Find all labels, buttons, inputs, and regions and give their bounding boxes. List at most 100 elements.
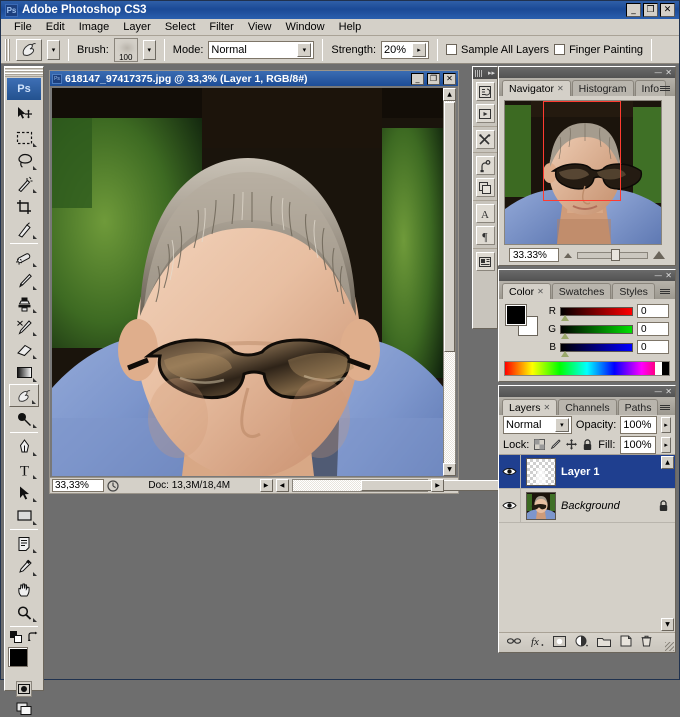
document-close-button[interactable]: ✕ <box>443 72 456 85</box>
notes-tool[interactable] <box>9 532 39 555</box>
navigator-thumbnail[interactable] <box>504 100 662 245</box>
shape-tool[interactable] <box>9 504 39 527</box>
navigator-view-rectangle[interactable] <box>543 101 621 201</box>
swap-colors-icon[interactable] <box>27 631 39 643</box>
layers-panel-header[interactable]: — ✕ <box>499 386 675 397</box>
layer-blend-mode-select[interactable]: Normal ▾ <box>503 416 572 434</box>
navigator-panel-header[interactable]: — ✕ <box>499 67 675 78</box>
minimize-panel-icon[interactable]: — <box>654 271 662 280</box>
navigator-zoom-input[interactable]: 33.33% <box>509 248 559 262</box>
menu-item-file[interactable]: File <box>7 20 39 34</box>
close-panel-icon[interactable]: ✕ <box>665 68 672 77</box>
sample-all-layers-option[interactable]: Sample All Layers <box>446 44 549 56</box>
blend-mode-select[interactable]: Normal ▾ <box>208 40 315 59</box>
canvas-horizontal-scrollbar[interactable] <box>291 479 509 492</box>
opacity-input[interactable]: 100% <box>620 416 657 434</box>
close-panel-icon[interactable]: ✕ <box>665 387 672 396</box>
new-group-icon[interactable] <box>597 636 611 650</box>
lasso-tool[interactable] <box>9 149 39 172</box>
lock-transparent-pixels-icon[interactable] <box>534 439 546 451</box>
green-slider-track[interactable] <box>560 324 633 339</box>
status-flyout-button[interactable]: ▶ <box>259 479 273 492</box>
close-icon[interactable]: ✕ <box>557 84 564 93</box>
fill-input[interactable]: 100% <box>620 435 657 454</box>
minimize-panel-icon[interactable]: — <box>654 387 662 396</box>
red-slider-track[interactable] <box>560 306 633 321</box>
tab-layers[interactable]: Layers ✕ <box>502 399 558 415</box>
eyedropper-tool[interactable] <box>9 555 39 578</box>
gradient-tool[interactable] <box>9 361 39 384</box>
lock-position-icon[interactable] <box>566 439 578 451</box>
green-slider-knob[interactable] <box>561 332 569 339</box>
layer-name[interactable]: Layer 1 <box>561 466 669 478</box>
move-tool[interactable] <box>9 103 39 126</box>
sample-all-layers-checkbox[interactable] <box>446 44 458 55</box>
color-panel-header[interactable]: — ✕ <box>499 270 675 281</box>
menu-item-edit[interactable]: Edit <box>39 20 72 34</box>
close-panel-icon[interactable]: ✕ <box>665 271 672 280</box>
zoom-tool[interactable] <box>9 601 39 624</box>
zoom-slider-knob[interactable] <box>611 249 621 261</box>
clone-stamp-tool[interactable] <box>9 292 39 315</box>
menu-item-layer[interactable]: Layer <box>116 20 158 34</box>
expand-dock-icon[interactable]: ▸▸ <box>488 69 495 77</box>
tab-swatches[interactable]: Swatches <box>551 283 612 299</box>
layers-panel-menu-icon[interactable] <box>660 402 672 413</box>
layers-scroll-up-button[interactable]: ▲ <box>661 456 674 469</box>
green-value-input[interactable]: 0 <box>637 322 669 336</box>
layer-style-icon[interactable]: fx <box>530 635 544 650</box>
minimize-button[interactable]: _ <box>626 3 641 17</box>
menu-item-filter[interactable]: Filter <box>202 20 240 34</box>
red-value-input[interactable]: 0 <box>637 304 669 318</box>
layer-visibility-toggle[interactable] <box>499 455 521 488</box>
healing-brush-tool[interactable] <box>9 246 39 269</box>
character-panel-button[interactable]: A <box>475 204 495 223</box>
lock-all-icon[interactable] <box>582 438 593 451</box>
layer-name[interactable]: Background <box>561 500 653 512</box>
screen-mode-button[interactable] <box>14 701 34 717</box>
tab-navigator[interactable]: Navigator ✕ <box>502 80 571 96</box>
minimize-panel-icon[interactable]: — <box>654 68 662 77</box>
fill-flyout-button[interactable]: ▸ <box>661 436 671 453</box>
scroll-left-button[interactable]: ◀ <box>275 479 289 492</box>
magic-wand-tool[interactable] <box>9 172 39 195</box>
table-row[interactable]: Layer 1 <box>499 455 675 489</box>
canvas-vertical-scrollbar[interactable]: ▲ ▼ <box>443 88 456 476</box>
history-brush-tool[interactable] <box>9 315 39 338</box>
pen-tool[interactable] <box>9 435 39 458</box>
table-row[interactable]: Background <box>499 489 675 523</box>
document-timing-icon[interactable] <box>107 479 119 492</box>
tab-styles[interactable]: Styles <box>612 283 655 299</box>
tab-histogram[interactable]: Histogram <box>571 80 634 96</box>
menu-item-window[interactable]: Window <box>279 20 332 34</box>
close-icon[interactable]: ✕ <box>544 403 551 412</box>
foreground-color-swatch[interactable] <box>8 647 28 667</box>
close-button[interactable]: ✕ <box>660 3 675 17</box>
active-tool-icon[interactable] <box>16 38 42 61</box>
close-icon[interactable]: ✕ <box>537 287 544 296</box>
navigator-zoom-slider[interactable] <box>577 248 648 262</box>
tab-paths[interactable]: Paths <box>617 399 659 415</box>
blue-value-input[interactable]: 0 <box>637 340 669 354</box>
paragraph-panel-button[interactable]: ¶ <box>475 226 495 245</box>
tab-color[interactable]: Color ✕ <box>502 283 551 299</box>
document-restore-button[interactable]: ❐ <box>427 72 440 85</box>
finger-painting-option[interactable]: Finger Painting <box>554 44 643 56</box>
finger-painting-checkbox[interactable] <box>554 44 566 55</box>
strength-input[interactable]: 20% ▸ <box>381 40 430 59</box>
layers-list[interactable]: Layer 1 Background ▲ ▼ <box>499 454 675 632</box>
path-selection-tool[interactable] <box>9 481 39 504</box>
brush-tool[interactable] <box>9 269 39 292</box>
layer-visibility-toggle[interactable] <box>499 489 521 522</box>
actions-panel-button[interactable] <box>475 104 495 123</box>
red-slider-knob[interactable] <box>561 314 569 321</box>
dodge-tool[interactable] <box>9 407 39 430</box>
layers-scroll-down-button[interactable]: ▼ <box>661 618 674 631</box>
layer-thumbnail[interactable] <box>526 457 556 486</box>
tab-channels[interactable]: Channels <box>558 399 617 415</box>
document-minimize-button[interactable]: _ <box>411 72 424 85</box>
blue-slider-track[interactable] <box>560 342 633 357</box>
tool-preset-dropdown[interactable]: ▾ <box>47 39 60 60</box>
scroll-up-button[interactable]: ▲ <box>443 88 456 101</box>
opacity-flyout-button[interactable]: ▸ <box>660 417 671 433</box>
